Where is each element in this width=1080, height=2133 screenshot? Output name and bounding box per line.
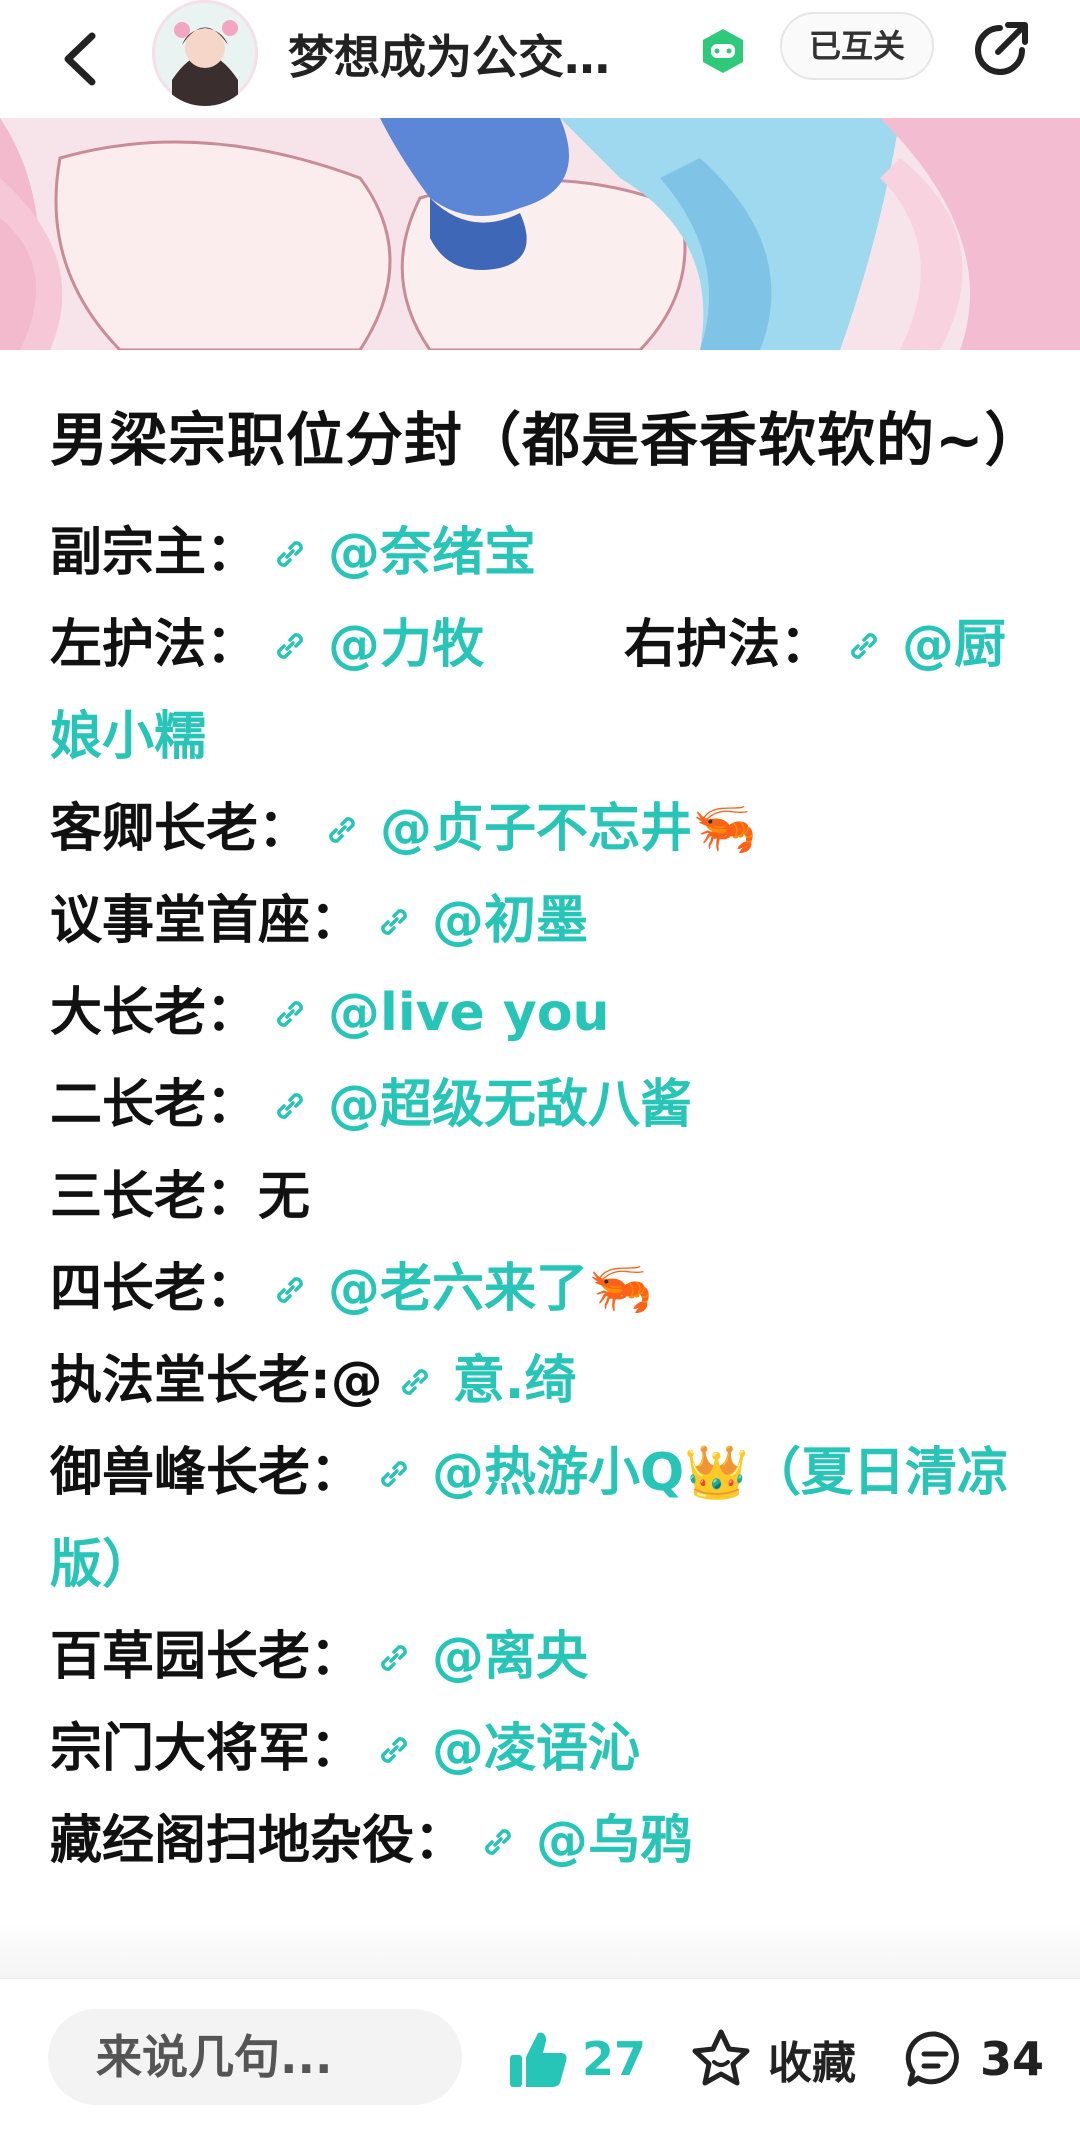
page-title: 梦想成为公交… bbox=[288, 30, 610, 84]
game-controller-icon bbox=[698, 26, 748, 76]
chevron-left-icon bbox=[64, 32, 96, 86]
user-mention-link[interactable]: @凌语沁 bbox=[432, 1719, 640, 1779]
top-bar: 梦想成为公交… 已互关 bbox=[0, 0, 1080, 118]
user-mention-link[interactable]: @力牧 bbox=[328, 615, 484, 675]
list-item: 四长老： @老六来了🦐 bbox=[50, 1243, 1040, 1335]
like-button[interactable]: 27 bbox=[506, 2019, 646, 2099]
list-item: 客卿长老： @贞子不忘井🦐 bbox=[50, 783, 1040, 875]
like-count: 27 bbox=[582, 2032, 647, 2086]
role-label: 大长老： bbox=[50, 983, 259, 1043]
user-mention-link[interactable]: @老六来了🦐 bbox=[328, 1259, 653, 1319]
list-item: 藏经阁扫地杂役： @乌鸦 bbox=[50, 1795, 1040, 1887]
post-title: 男梁宗职位分封（都是香香软软的~） bbox=[50, 406, 1044, 474]
comment-button[interactable]: 34 bbox=[902, 2019, 1044, 2099]
role-label: 宗门大将军： bbox=[50, 1719, 363, 1779]
link-icon bbox=[277, 633, 303, 659]
list-item: 御兽峰长老： @热游小Q👑（夏日清凉版） bbox=[50, 1427, 1040, 1611]
role-label: 百草园长老： bbox=[50, 1627, 363, 1687]
user-mention-link[interactable]: @奈绪宝 bbox=[328, 523, 536, 583]
role-label: 御兽峰长老： bbox=[50, 1443, 363, 1503]
list-item: 百草园长老： @离央 bbox=[50, 1611, 1040, 1703]
user-mention-link[interactable]: 意.绮 bbox=[453, 1351, 577, 1411]
favorite-button[interactable]: 收藏 bbox=[688, 2019, 856, 2099]
list-item: 副宗主： @奈绪宝 bbox=[50, 507, 1040, 599]
comment-input[interactable]: 来说几句... bbox=[48, 2009, 462, 2105]
back-button[interactable] bbox=[52, 26, 112, 92]
mutual-follow-button[interactable]: 已互关 bbox=[780, 12, 934, 80]
role-label: 客卿长老： bbox=[50, 799, 311, 859]
avatar-image bbox=[152, 0, 258, 106]
comment-bubble-icon bbox=[905, 2031, 959, 2087]
list-item: 左护法： @力牧 右护法： @厨娘小糯 bbox=[50, 599, 1040, 783]
role-label: 四长老： bbox=[50, 1259, 259, 1319]
bottom-action-bar: 来说几句... 27 收藏 34 bbox=[0, 1978, 1080, 2133]
list-item: 议事堂首座： @初墨 bbox=[50, 875, 1040, 967]
link-icon bbox=[277, 1093, 303, 1119]
role-label: 议事堂首座： bbox=[50, 891, 363, 951]
thumbs-up-icon bbox=[510, 2032, 567, 2087]
list-item: 执法堂长老:@ 意.绮 bbox=[50, 1335, 1040, 1427]
list-item: 二长老： @超级无敌八酱 bbox=[50, 1059, 1040, 1151]
user-mention-link[interactable]: @离央 bbox=[432, 1627, 588, 1687]
comment-count: 34 bbox=[980, 2032, 1045, 2086]
post-image[interactable] bbox=[0, 118, 1080, 350]
link-icon bbox=[381, 1645, 407, 1671]
role-label: 藏经阁扫地杂役： bbox=[50, 1811, 467, 1871]
link-icon bbox=[329, 817, 355, 843]
content-fade bbox=[0, 1920, 1080, 1980]
list-item: 宗门大将军： @凌语沁 bbox=[50, 1703, 1040, 1795]
role-label: 左护法： bbox=[50, 615, 259, 675]
avatar[interactable] bbox=[152, 0, 258, 106]
share-icon bbox=[975, 22, 1028, 75]
role-label: 执法堂长老:@ bbox=[50, 1351, 383, 1411]
star-icon bbox=[692, 2029, 750, 2086]
user-mention-link[interactable]: @贞子不忘井🦐 bbox=[380, 799, 757, 859]
link-icon bbox=[381, 1461, 407, 1487]
link-icon bbox=[277, 541, 303, 567]
link-icon bbox=[381, 1737, 407, 1763]
list-item: 大长老： @live you bbox=[50, 967, 1040, 1059]
link-icon bbox=[401, 1369, 428, 1395]
share-button[interactable] bbox=[968, 16, 1034, 82]
user-mention-link[interactable]: @乌鸦 bbox=[536, 1811, 692, 1871]
post-body: 男梁宗职位分封（都是香香软软的~） 副宗主： @奈绪宝 左护法： @力牧 右护法： @厨… bbox=[50, 395, 1044, 1887]
link-icon bbox=[381, 909, 407, 935]
user-mention-link[interactable]: @超级无敌八酱 bbox=[328, 1075, 692, 1135]
user-mention-link[interactable]: @live you bbox=[328, 983, 610, 1043]
link-icon bbox=[851, 633, 877, 659]
link-icon bbox=[277, 1001, 303, 1027]
user-mention-link[interactable]: @初墨 bbox=[432, 891, 588, 951]
role-label: 副宗主： bbox=[50, 523, 259, 583]
role-label: 右护法： bbox=[624, 615, 833, 675]
favorite-label: 收藏 bbox=[768, 2038, 856, 2089]
role-label: 三长老：无 bbox=[50, 1167, 311, 1227]
list-item: 三长老：无 bbox=[50, 1151, 1040, 1243]
link-icon bbox=[485, 1829, 511, 1855]
role-label: 二长老： bbox=[50, 1075, 259, 1135]
link-icon bbox=[277, 1277, 303, 1303]
